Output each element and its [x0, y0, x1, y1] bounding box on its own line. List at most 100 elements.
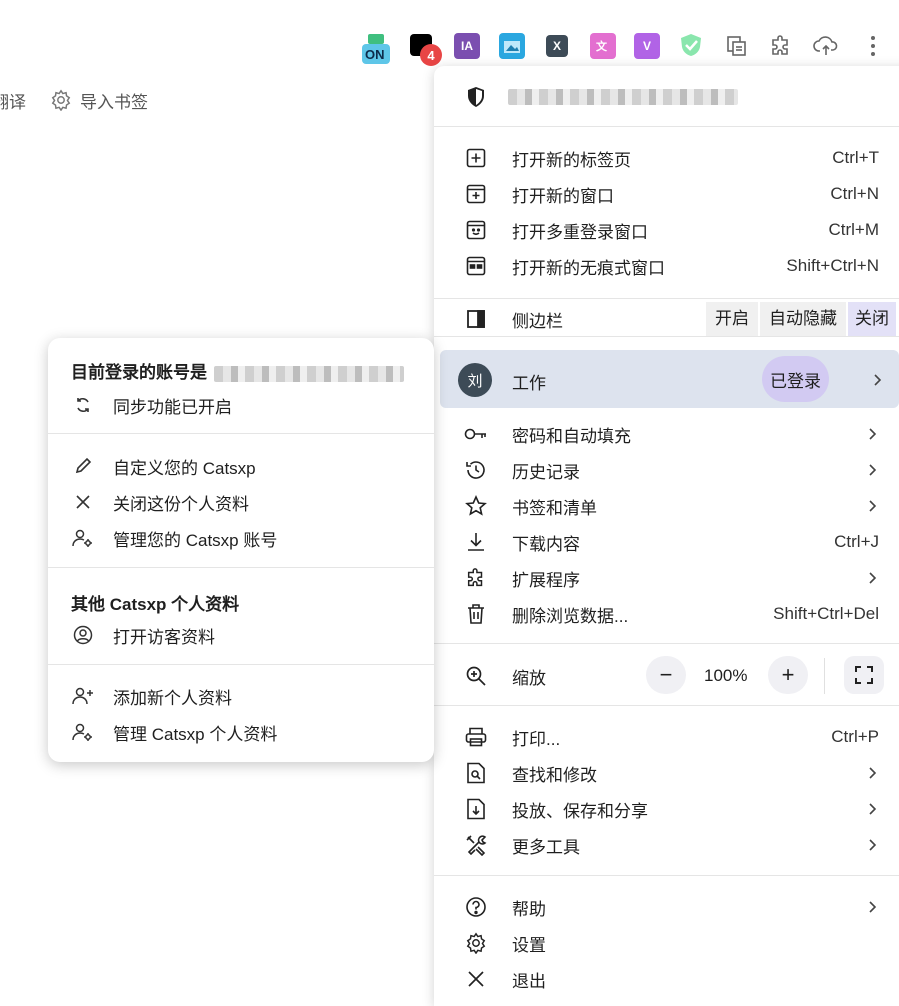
menu-item-help[interactable]: 帮助 [434, 889, 899, 925]
cloud-upload-icon[interactable] [813, 33, 839, 59]
menu-item-label: 打开新的窗口 [512, 186, 614, 206]
on-extension-icon[interactable]: ON [362, 34, 390, 64]
chevron-right-icon [869, 428, 879, 440]
profile-name: 工作 [512, 374, 546, 393]
x-extension-icon[interactable]: X [546, 35, 568, 57]
extensions-puzzle-icon[interactable] [768, 33, 794, 59]
translate-bookmark-label: 翻译 [0, 92, 26, 112]
customize-profile-label: 自定义您的 Catsxp [113, 458, 256, 478]
account-header[interactable] [434, 79, 899, 115]
zoom-value: 100% [704, 666, 748, 685]
divider [434, 643, 899, 644]
menu-item-history[interactable]: 历史记录 [434, 452, 899, 488]
v-extension-label: V [642, 39, 651, 53]
ia-extension-icon[interactable]: IA [454, 33, 480, 59]
divider [824, 658, 825, 694]
menu-item-label: 更多工具 [512, 837, 580, 857]
sidebar-label: 侧边栏 [512, 311, 563, 331]
open-guest-label: 打开访客资料 [113, 627, 215, 647]
browser-main-menu: 打开新的标签页 Ctrl+T 打开新的窗口 Ctrl+N 打开多重登录窗口 Ctrl+M 打… [434, 66, 899, 1006]
tab-manager-icon[interactable] [724, 33, 750, 59]
pencil-icon [72, 455, 94, 477]
menu-item-find[interactable]: 查找和修改 [434, 755, 899, 791]
shield-extension-icon[interactable] [678, 32, 704, 58]
manage-account-item[interactable]: 管理您的 Catsxp 账号 [48, 521, 434, 555]
zoom-row: 缩放 − 100% + [434, 656, 899, 694]
sidebar-icon [464, 307, 488, 331]
menu-item-exit[interactable]: 退出 [434, 961, 899, 997]
manage-account-icon [72, 527, 94, 549]
sync-status[interactable]: 同步功能已开启 [48, 388, 434, 422]
menu-item-downloads[interactable]: 下载内容 Ctrl+J [434, 524, 899, 560]
account-email-redacted [213, 365, 404, 382]
star-icon [464, 494, 488, 518]
divider [48, 567, 434, 568]
multi-login-icon [464, 218, 488, 242]
add-profile-item[interactable]: 添加新个人资料 [48, 679, 434, 713]
zoom-in-button[interactable]: + [768, 656, 808, 694]
fullscreen-button[interactable] [844, 656, 884, 694]
close-profile-label: 关闭这份个人资料 [113, 494, 249, 514]
printer-icon [464, 725, 488, 749]
find-icon [464, 761, 488, 785]
manage-profiles-item[interactable]: 管理 Catsxp 个人资料 [48, 715, 434, 749]
sidebar-option-autohide[interactable]: 自动隐藏 [760, 302, 846, 336]
menu-item-bookmarks[interactable]: 书签和清单 [434, 488, 899, 524]
shortcut-text: Ctrl+M [828, 220, 879, 239]
bookmarks-bar: 翻译 导入书签 [0, 86, 172, 114]
customize-profile-item[interactable]: 自定义您的 Catsxp [48, 449, 434, 483]
menu-item-label: 下载内容 [512, 534, 580, 554]
menu-item-label: 扩展程序 [512, 570, 580, 590]
shortcut-text: Shift+Ctrl+Del [773, 604, 879, 623]
other-profiles-heading: 其他 Catsxp 个人资料 [71, 590, 239, 615]
menu-item-label: 书签和清单 [512, 498, 597, 518]
incognito-icon [464, 254, 488, 278]
open-guest-item[interactable]: 打开访客资料 [48, 618, 434, 652]
history-icon [464, 458, 488, 482]
guest-profile-icon [72, 624, 94, 646]
chevron-right-icon [869, 767, 879, 779]
on-extension-label: ON [365, 47, 385, 62]
sidebar-option-off[interactable]: 关闭 [848, 302, 896, 336]
close-icon [464, 967, 488, 991]
screenshot-extension-icon[interactable] [499, 33, 525, 59]
sidebar-option-on-label: 开启 [715, 309, 749, 328]
more-vertical-icon[interactable] [860, 33, 886, 59]
gear-icon [464, 931, 488, 955]
manage-account-label: 管理您的 Catsxp 账号 [113, 530, 278, 550]
zoom-icon [464, 664, 488, 688]
close-profile-item[interactable]: 关闭这份个人资料 [48, 485, 434, 519]
puzzle-icon [464, 566, 488, 590]
profile-row[interactable]: 刘 工作 已登录 [440, 350, 899, 408]
menu-item-new-window[interactable]: 打开新的窗口 Ctrl+N [434, 176, 899, 212]
menu-item-settings[interactable]: 设置 [434, 925, 899, 961]
import-bookmarks-button[interactable]: 导入书签 [50, 88, 148, 113]
sidebar-option-on[interactable]: 开启 [706, 302, 758, 336]
menu-item-print[interactable]: 打印... Ctrl+P [434, 719, 899, 755]
menu-item-multi-login[interactable]: 打开多重登录窗口 Ctrl+M [434, 212, 899, 248]
chevron-right-icon [874, 374, 882, 386]
menu-item-label: 投放、保存和分享 [512, 801, 648, 821]
zoom-out-button[interactable]: − [646, 656, 686, 694]
menu-item-incognito[interactable]: 打开新的无痕式窗口 Shift+Ctrl+N [434, 248, 899, 284]
zoom-in-label: + [781, 662, 795, 687]
avatar: 刘 [458, 363, 492, 397]
menu-item-cast[interactable]: 投放、保存和分享 [434, 791, 899, 827]
v-extension-icon[interactable]: V [634, 33, 660, 59]
menu-item-extensions[interactable]: 扩展程序 [434, 560, 899, 596]
menu-item-label: 删除浏览数据... [512, 606, 629, 626]
translate-extension-icon[interactable]: 文 [590, 33, 616, 59]
menu-item-label: 打开多重登录窗口 [512, 222, 648, 242]
sync-label: 同步功能已开启 [113, 397, 232, 417]
ia-extension-label: IA [461, 39, 473, 53]
menu-item-passwords[interactable]: 密码和自动填充 [434, 416, 899, 452]
notification-extension-icon[interactable]: 4 [410, 34, 442, 66]
svg-text:文: 文 [596, 39, 608, 53]
menu-item-new-tab[interactable]: 打开新的标签页 Ctrl+T [434, 140, 899, 176]
menu-item-clear-data[interactable]: 删除浏览数据... Shift+Ctrl+Del [434, 596, 899, 632]
chevron-right-icon [869, 464, 879, 476]
menu-item-more-tools[interactable]: 更多工具 [434, 827, 899, 863]
menu-item-label: 打开新的标签页 [512, 150, 631, 170]
translate-bookmark[interactable]: 翻译 [0, 88, 26, 113]
zoom-label: 缩放 [512, 668, 546, 688]
